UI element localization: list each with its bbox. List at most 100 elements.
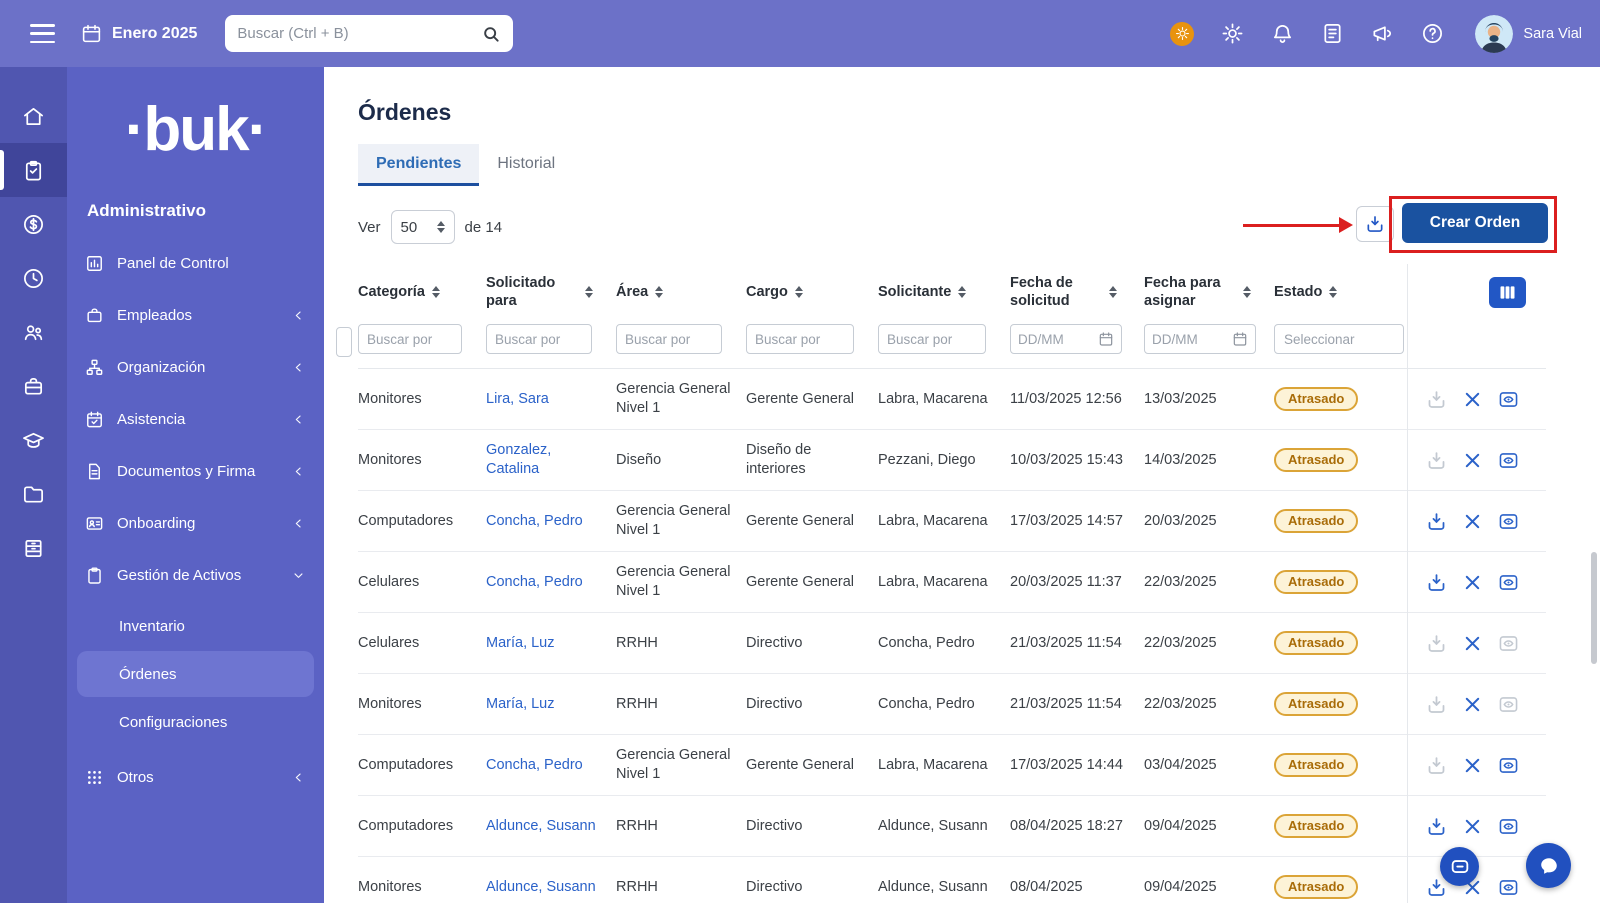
filter-fecha-asignar-date[interactable]: DD/MM: [1144, 324, 1256, 354]
header-cargo[interactable]: Cargo: [746, 283, 878, 301]
sidebar-item-documentos-y-firma[interactable]: Documentos y Firma: [67, 445, 324, 497]
cancel-order-button[interactable]: [1462, 511, 1483, 532]
tab-historial[interactable]: Historial: [479, 144, 573, 186]
rail-payroll-button[interactable]: [0, 197, 67, 251]
assign-order-button[interactable]: [1426, 877, 1447, 898]
view-order-button[interactable]: [1498, 450, 1519, 471]
sort-icon[interactable]: [1109, 286, 1117, 298]
chat-open-button[interactable]: [1526, 843, 1571, 888]
rail-home-button[interactable]: [0, 89, 67, 143]
rail-training-button[interactable]: [0, 413, 67, 467]
sort-icon[interactable]: [1329, 286, 1337, 298]
header-solicitado-para[interactable]: Solicitado para: [486, 274, 616, 310]
solicitado-para-link[interactable]: Aldunce, Susann: [486, 817, 596, 836]
sort-icon[interactable]: [795, 286, 803, 298]
assign-order-button[interactable]: [1426, 755, 1447, 776]
notifications-button[interactable]: [1271, 22, 1294, 45]
sidebar-item-empleados[interactable]: Empleados: [67, 289, 324, 341]
page-size-select[interactable]: 50: [391, 210, 455, 244]
create-order-button[interactable]: Crear Orden: [1402, 203, 1548, 243]
solicitado-para-link[interactable]: Lira, Sara: [486, 390, 549, 409]
header-categoria[interactable]: Categoría: [358, 283, 486, 301]
filter-cargo-input[interactable]: [746, 324, 854, 354]
period-selector[interactable]: Enero 2025: [81, 23, 197, 44]
help-button[interactable]: [1421, 22, 1444, 45]
sidebar-item-onboarding[interactable]: Onboarding: [67, 497, 324, 549]
assign-order-button[interactable]: [1426, 511, 1447, 532]
filter-solicitado-para-input[interactable]: [486, 324, 592, 354]
cancel-order-button[interactable]: [1462, 633, 1483, 654]
tab-pendientes[interactable]: Pendientes: [358, 144, 479, 186]
rail-documents-button[interactable]: [0, 467, 67, 521]
view-order-button[interactable]: [1498, 511, 1519, 532]
view-order-button[interactable]: [1498, 694, 1519, 715]
header-area[interactable]: Área: [616, 283, 746, 301]
solicitado-para-link[interactable]: Aldunce, Susann: [486, 878, 596, 897]
column-settings-button[interactable]: [1489, 277, 1526, 308]
assign-order-button[interactable]: [1426, 633, 1447, 654]
assign-order-button[interactable]: [1426, 694, 1447, 715]
news-button[interactable]: [1321, 22, 1344, 45]
solicitado-para-link[interactable]: María, Luz: [486, 695, 555, 714]
filter-fecha-solicitud-date[interactable]: DD/MM: [1010, 324, 1122, 354]
sidebar-item-otros[interactable]: Otros: [67, 751, 324, 803]
assign-order-button[interactable]: [1426, 389, 1447, 410]
search-icon[interactable]: [481, 24, 501, 44]
sidebar-subitem-configuraciones[interactable]: Configuraciones: [77, 699, 314, 745]
solicitado-para-link[interactable]: Gonzalez, Catalina: [486, 441, 606, 479]
sort-icon[interactable]: [585, 286, 593, 298]
view-order-button[interactable]: [1498, 389, 1519, 410]
settings-button[interactable]: [1221, 22, 1244, 45]
cancel-order-button[interactable]: [1462, 816, 1483, 837]
export-orders-button[interactable]: [1356, 206, 1394, 242]
view-order-button[interactable]: [1498, 633, 1519, 654]
sort-icon[interactable]: [432, 286, 440, 298]
sort-icon[interactable]: [655, 286, 663, 298]
user-menu[interactable]: Sara Vial: [1475, 15, 1582, 53]
page-scrollbar[interactable]: [1591, 552, 1597, 664]
quick-settings-button[interactable]: [1170, 22, 1194, 46]
assign-order-button[interactable]: [1426, 450, 1447, 471]
solicitado-para-link[interactable]: María, Luz: [486, 634, 555, 653]
solicitado-para-link[interactable]: Concha, Pedro: [486, 756, 583, 775]
sort-icon[interactable]: [1243, 286, 1251, 298]
filter-solicitante-input[interactable]: [878, 324, 986, 354]
cancel-order-button[interactable]: [1462, 572, 1483, 593]
cancel-order-button[interactable]: [1462, 694, 1483, 715]
rail-company-button[interactable]: [0, 521, 67, 575]
header-fecha-solicitud[interactable]: Fecha de solicitud: [1010, 274, 1144, 310]
filter-categoria-input[interactable]: [358, 324, 462, 354]
chat-minimize-button[interactable]: [1440, 847, 1479, 886]
clipped-filter-input[interactable]: [336, 327, 352, 357]
hamburger-menu-icon[interactable]: [30, 24, 55, 43]
header-fecha-asignar[interactable]: Fecha para asignar: [1144, 274, 1274, 310]
sidebar-subitem-ordenes[interactable]: Órdenes: [77, 651, 314, 697]
search-input[interactable]: [237, 25, 473, 42]
rail-talent-button[interactable]: [0, 305, 67, 359]
assign-order-button[interactable]: [1426, 816, 1447, 837]
header-solicitante[interactable]: Solicitante: [878, 283, 1010, 301]
sidebar-item-organizacion[interactable]: Organización: [67, 341, 324, 393]
cancel-order-button[interactable]: [1462, 755, 1483, 776]
solicitado-para-link[interactable]: Concha, Pedro: [486, 573, 583, 592]
header-estado[interactable]: Estado: [1274, 283, 1408, 301]
view-order-button[interactable]: [1498, 755, 1519, 776]
sidebar-item-panel-de-control[interactable]: Panel de Control: [67, 237, 324, 289]
filter-estado-select[interactable]: Seleccionar: [1274, 324, 1404, 354]
view-order-button[interactable]: [1498, 816, 1519, 837]
announcements-button[interactable]: [1371, 22, 1394, 45]
sidebar-subitem-inventario[interactable]: Inventario: [77, 603, 314, 649]
rail-time-button[interactable]: [0, 251, 67, 305]
view-order-button[interactable]: [1498, 877, 1519, 898]
sidebar-item-gestion-de-activos[interactable]: Gestión de Activos: [67, 549, 324, 601]
sidebar-item-asistencia[interactable]: Asistencia: [67, 393, 324, 445]
solicitado-para-link[interactable]: Concha, Pedro: [486, 512, 583, 531]
assign-order-button[interactable]: [1426, 572, 1447, 593]
cancel-order-button[interactable]: [1462, 389, 1483, 410]
rail-assets-button[interactable]: [0, 143, 67, 197]
view-order-button[interactable]: [1498, 572, 1519, 593]
cancel-order-button[interactable]: [1462, 450, 1483, 471]
filter-area-input[interactable]: [616, 324, 722, 354]
rail-benefits-button[interactable]: [0, 359, 67, 413]
sort-icon[interactable]: [958, 286, 966, 298]
